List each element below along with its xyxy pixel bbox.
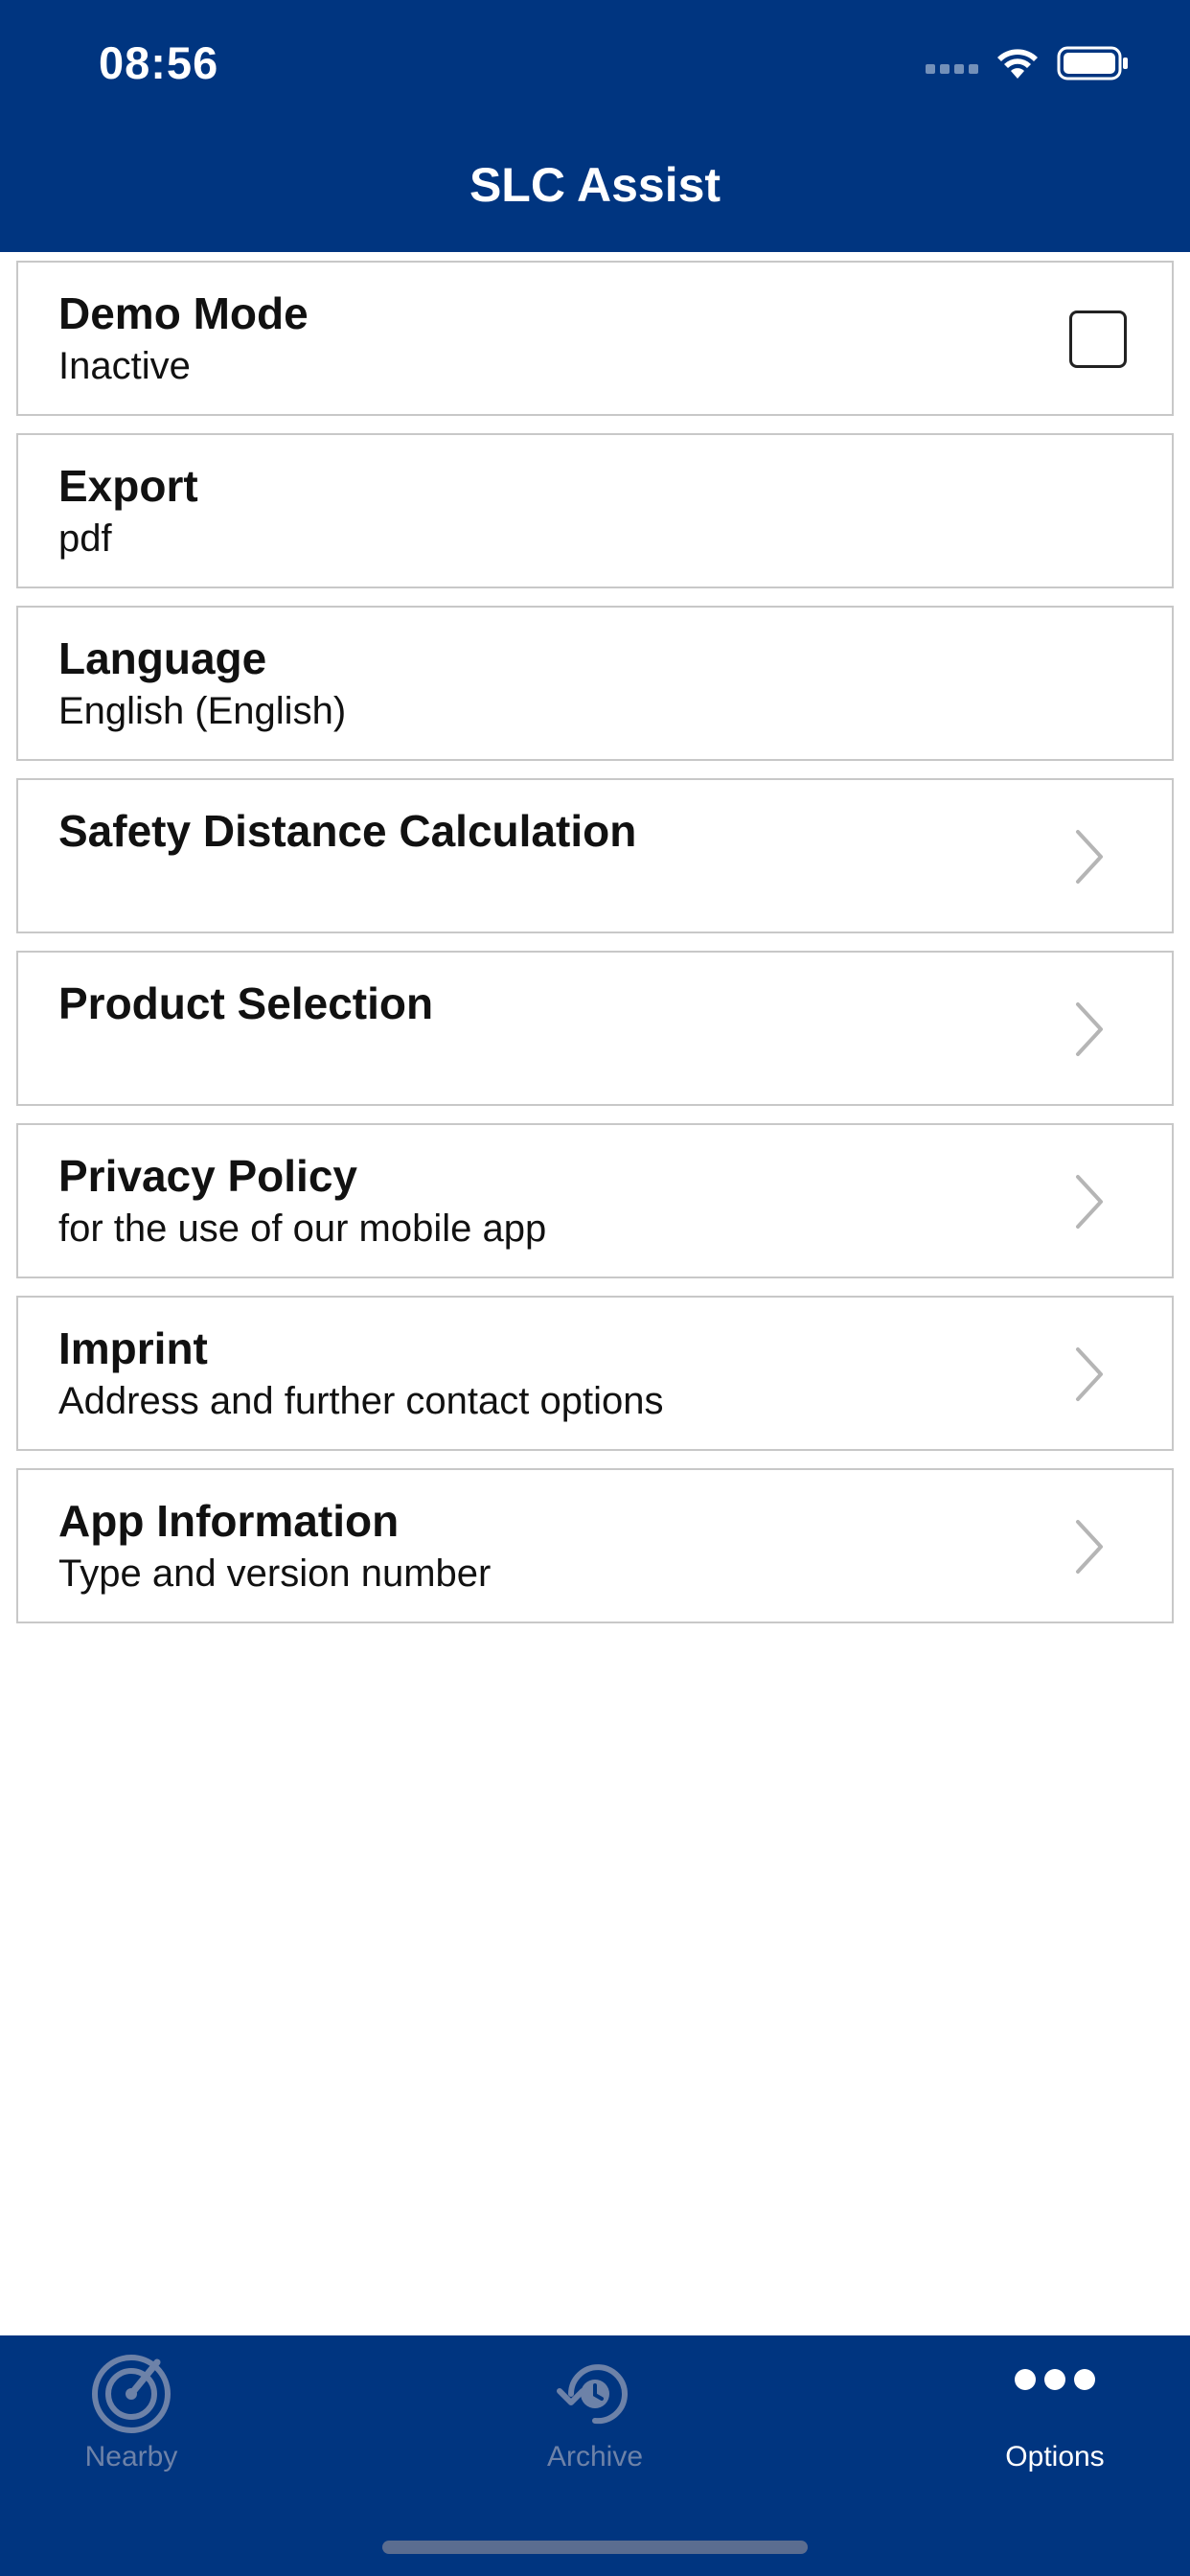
- status-icons: [926, 44, 1130, 82]
- setting-demo-mode[interactable]: Demo Mode Inactive: [16, 261, 1174, 416]
- setting-export[interactable]: Export pdf: [16, 433, 1174, 588]
- tab-label: Options: [1005, 2441, 1105, 2472]
- setting-subtitle: for the use of our mobile app: [58, 1208, 547, 1250]
- setting-subtitle: Type and version number: [58, 1552, 492, 1595]
- cellular-signal-icon: [926, 64, 978, 74]
- page-title: SLC Assist: [469, 158, 721, 212]
- tab-options[interactable]: Options: [911, 2335, 1190, 2472]
- status-time: 08:56: [99, 37, 219, 88]
- home-indicator[interactable]: [382, 2541, 808, 2554]
- setting-imprint[interactable]: Imprint Address and further contact opti…: [16, 1296, 1174, 1451]
- demo-mode-checkbox[interactable]: [1069, 310, 1127, 368]
- chevron-right-icon: [1076, 1175, 1103, 1229]
- setting-language[interactable]: Language English (English): [16, 606, 1174, 761]
- app-header: 08:56 SLC Assist: [0, 0, 1190, 252]
- battery-icon: [1057, 46, 1128, 80]
- tab-label: Archive: [546, 2441, 644, 2472]
- setting-title: Safety Distance Calculation: [58, 806, 637, 856]
- setting-subtitle: Inactive: [58, 345, 191, 387]
- setting-product-selection[interactable]: Product Selection: [16, 951, 1174, 1106]
- setting-title: Privacy Policy: [58, 1151, 357, 1201]
- setting-subtitle: pdf: [58, 518, 112, 560]
- settings-list: Demo Mode Inactive Export pdf Language E…: [16, 261, 1174, 1641]
- chevron-right-icon: [1076, 1520, 1103, 1574]
- chevron-right-icon: [1076, 1002, 1103, 1056]
- setting-title: Demo Mode: [58, 288, 309, 338]
- history-icon: [557, 2364, 628, 2425]
- setting-app-information[interactable]: App Information Type and version number: [16, 1468, 1174, 1623]
- setting-safety-distance-calculation[interactable]: Safety Distance Calculation: [16, 778, 1174, 933]
- tab-label: Nearby: [84, 2441, 178, 2472]
- tab-nearby[interactable]: Nearby: [0, 2335, 275, 2472]
- setting-privacy-policy[interactable]: Privacy Policy for the use of our mobile…: [16, 1123, 1174, 1278]
- setting-subtitle: Address and further contact options: [58, 1380, 664, 1422]
- more-dots-icon: [1015, 2369, 1095, 2390]
- setting-title: Product Selection: [58, 978, 434, 1028]
- setting-title: Imprint: [58, 1323, 208, 1373]
- tab-archive[interactable]: Archive: [451, 2335, 739, 2472]
- wifi-icon: [997, 49, 1038, 79]
- setting-title: Export: [58, 461, 198, 511]
- setting-title: Language: [58, 633, 267, 683]
- radar-icon: [92, 2355, 171, 2433]
- setting-subtitle: English (English): [58, 690, 347, 732]
- setting-title: App Information: [58, 1496, 400, 1546]
- chevron-right-icon: [1076, 1347, 1103, 1401]
- chevron-right-icon: [1076, 830, 1103, 884]
